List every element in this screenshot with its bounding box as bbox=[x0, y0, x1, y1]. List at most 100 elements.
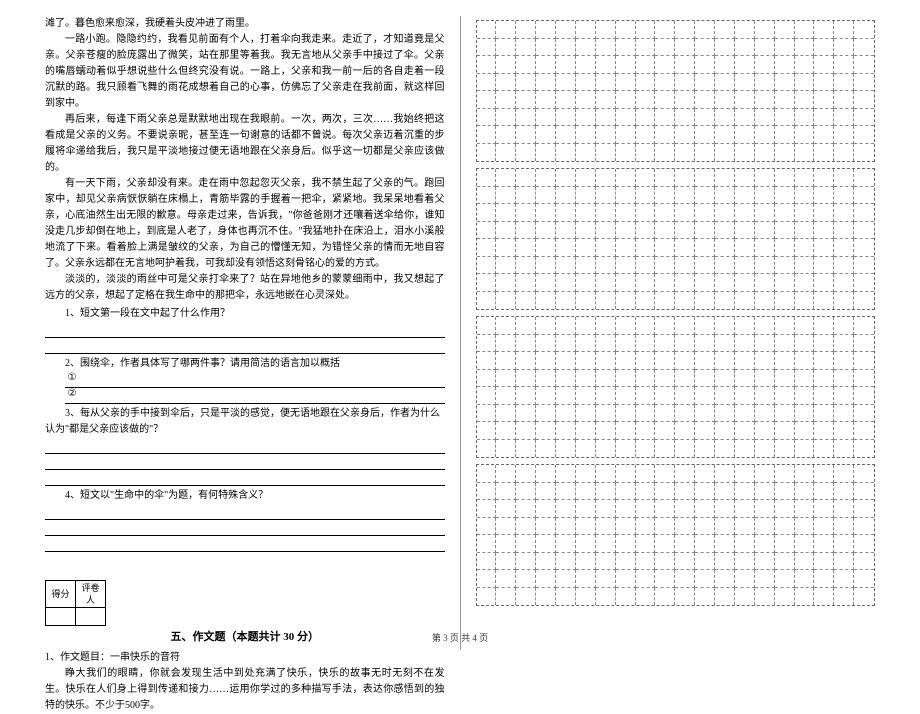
grid-cell[interactable] bbox=[854, 317, 874, 335]
grid-cell[interactable] bbox=[715, 169, 735, 187]
grid-cell[interactable] bbox=[735, 483, 755, 501]
grid-cell[interactable] bbox=[755, 405, 775, 423]
grid-cell[interactable] bbox=[775, 387, 795, 405]
grid-cell[interactable] bbox=[795, 204, 815, 222]
grid-cell[interactable] bbox=[576, 405, 596, 423]
grid-cell[interactable] bbox=[854, 570, 874, 588]
grid-cell[interactable] bbox=[636, 222, 656, 240]
grid-cell[interactable] bbox=[477, 74, 497, 92]
grid-cell[interactable] bbox=[576, 317, 596, 335]
grid-cell[interactable] bbox=[536, 588, 556, 606]
grid-cell[interactable] bbox=[496, 535, 516, 553]
grid-cell[interactable] bbox=[655, 274, 675, 292]
grid-cell[interactable] bbox=[616, 535, 636, 553]
grid-cell[interactable] bbox=[775, 56, 795, 74]
grid-cell[interactable] bbox=[536, 465, 556, 483]
grid-cell[interactable] bbox=[576, 126, 596, 144]
grid-cell[interactable] bbox=[675, 109, 695, 127]
grid-cell[interactable] bbox=[477, 91, 497, 109]
grid-cell[interactable] bbox=[715, 56, 735, 74]
grid-cell[interactable] bbox=[616, 169, 636, 187]
grid-cell[interactable] bbox=[715, 422, 735, 440]
grid-cell[interactable] bbox=[715, 465, 735, 483]
grid-cell[interactable] bbox=[715, 500, 735, 518]
grid-cell[interactable] bbox=[576, 370, 596, 388]
grid-cell[interactable] bbox=[655, 187, 675, 205]
grid-cell[interactable] bbox=[775, 222, 795, 240]
grid-cell[interactable] bbox=[516, 335, 536, 353]
grid-cell[interactable] bbox=[814, 553, 834, 571]
grid-cell[interactable] bbox=[735, 169, 755, 187]
grid-cell[interactable] bbox=[795, 352, 815, 370]
grid-cell[interactable] bbox=[536, 422, 556, 440]
grid-cell[interactable] bbox=[675, 126, 695, 144]
grader-cell[interactable] bbox=[76, 608, 106, 626]
grid-cell[interactable] bbox=[636, 169, 656, 187]
grid-cell[interactable] bbox=[576, 222, 596, 240]
grid-cell[interactable] bbox=[576, 39, 596, 57]
grid-cell[interactable] bbox=[814, 570, 834, 588]
grid-cell[interactable] bbox=[556, 535, 576, 553]
grid-cell[interactable] bbox=[755, 144, 775, 162]
grid-cell[interactable] bbox=[715, 518, 735, 536]
grid-cell[interactable] bbox=[576, 169, 596, 187]
grid-cell[interactable] bbox=[477, 21, 497, 39]
grid-cell[interactable] bbox=[516, 39, 536, 57]
answer-line[interactable] bbox=[45, 438, 445, 454]
grid-cell[interactable] bbox=[636, 39, 656, 57]
grid-cell[interactable] bbox=[576, 56, 596, 74]
grid-cell[interactable] bbox=[596, 274, 616, 292]
grid-cell[interactable] bbox=[556, 465, 576, 483]
grid-cell[interactable] bbox=[854, 126, 874, 144]
grid-cell[interactable] bbox=[536, 126, 556, 144]
grid-cell[interactable] bbox=[775, 405, 795, 423]
grid-cell[interactable] bbox=[496, 483, 516, 501]
grid-cell[interactable] bbox=[735, 588, 755, 606]
grid-cell[interactable] bbox=[477, 187, 497, 205]
grid-cell[interactable] bbox=[735, 91, 755, 109]
grid-cell[interactable] bbox=[755, 518, 775, 536]
grid-cell[interactable] bbox=[834, 500, 854, 518]
grid-cell[interactable] bbox=[695, 370, 715, 388]
grid-cell[interactable] bbox=[675, 187, 695, 205]
grid-cell[interactable] bbox=[735, 144, 755, 162]
grid-cell[interactable] bbox=[735, 74, 755, 92]
score-cell[interactable] bbox=[46, 608, 76, 626]
grid-cell[interactable] bbox=[854, 500, 874, 518]
grid-cell[interactable] bbox=[755, 274, 775, 292]
grid-cell[interactable] bbox=[854, 222, 874, 240]
grid-cell[interactable] bbox=[795, 39, 815, 57]
grid-cell[interactable] bbox=[695, 292, 715, 310]
grid-cell[interactable] bbox=[596, 39, 616, 57]
grid-cell[interactable] bbox=[834, 370, 854, 388]
grid-cell[interactable] bbox=[675, 144, 695, 162]
grid-cell[interactable] bbox=[636, 91, 656, 109]
grid-cell[interactable] bbox=[795, 465, 815, 483]
grid-cell[interactable] bbox=[477, 257, 497, 275]
grid-cell[interactable] bbox=[795, 91, 815, 109]
grid-cell[interactable] bbox=[496, 144, 516, 162]
grid-cell[interactable] bbox=[636, 570, 656, 588]
grid-cell[interactable] bbox=[715, 239, 735, 257]
grid-cell[interactable] bbox=[695, 440, 715, 458]
grid-cell[interactable] bbox=[775, 535, 795, 553]
grid-cell[interactable] bbox=[775, 465, 795, 483]
grid-cell[interactable] bbox=[596, 570, 616, 588]
grid-cell[interactable] bbox=[834, 335, 854, 353]
grid-cell[interactable] bbox=[536, 257, 556, 275]
grid-cell[interactable] bbox=[556, 570, 576, 588]
grid-cell[interactable] bbox=[695, 144, 715, 162]
grid-cell[interactable] bbox=[536, 405, 556, 423]
grid-cell[interactable] bbox=[556, 292, 576, 310]
grid-cell[interactable] bbox=[715, 257, 735, 275]
grid-cell[interactable] bbox=[814, 204, 834, 222]
grid-cell[interactable] bbox=[775, 257, 795, 275]
grid-cell[interactable] bbox=[735, 335, 755, 353]
grid-cell[interactable] bbox=[576, 109, 596, 127]
grid-cell[interactable] bbox=[596, 292, 616, 310]
grid-cell[interactable] bbox=[755, 204, 775, 222]
grid-cell[interactable] bbox=[695, 239, 715, 257]
grid-cell[interactable] bbox=[854, 553, 874, 571]
grid-cell[interactable] bbox=[755, 387, 775, 405]
grid-cell[interactable] bbox=[636, 204, 656, 222]
